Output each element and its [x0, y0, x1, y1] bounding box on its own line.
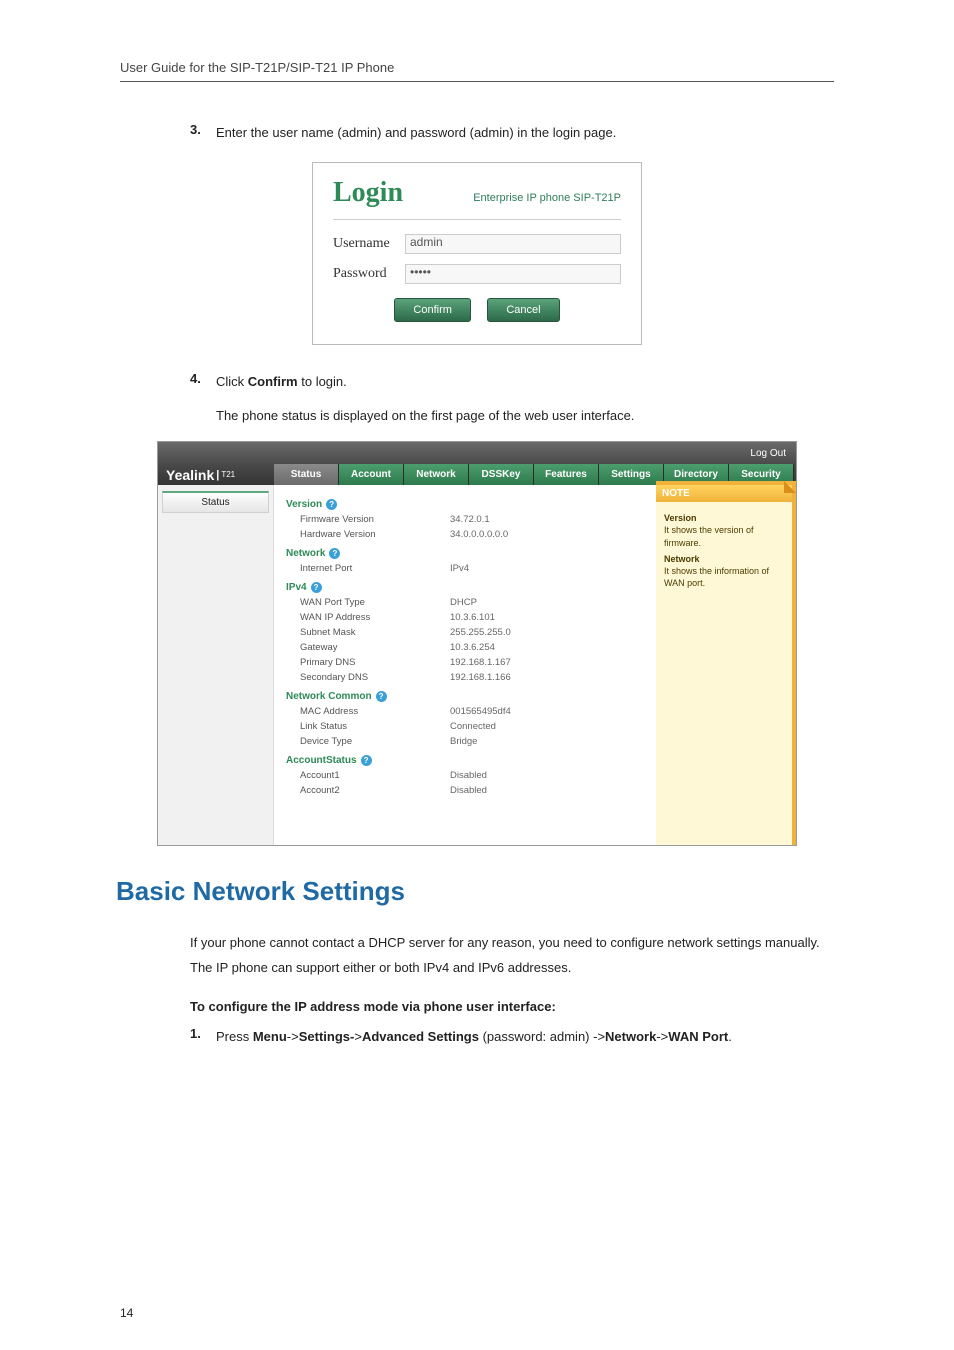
section-network: Network?: [286, 548, 644, 559]
note-version-body: It shows the version of firmware.: [664, 525, 754, 547]
username-label: Username: [333, 236, 405, 252]
kv-row: Account2Disabled: [286, 783, 644, 798]
step-nw-number: 1.: [190, 1026, 216, 1048]
brand-text: Yealink: [166, 467, 214, 483]
kv-row: Hardware Version34.0.0.0.0.0.0: [286, 527, 644, 542]
step-nw-text: Press Menu->Settings->Advanced Settings …: [216, 1026, 732, 1048]
section-version: Version?: [286, 499, 644, 510]
help-icon[interactable]: ?: [326, 499, 337, 510]
kv-row: MAC Address001565495df4: [286, 704, 644, 719]
note-network-title: Network: [664, 553, 784, 565]
tab-network[interactable]: Network: [404, 464, 469, 485]
username-input[interactable]: admin: [405, 234, 621, 254]
kv-row: Account1Disabled: [286, 768, 644, 783]
kv-row: Primary DNS192.168.1.167: [286, 655, 644, 670]
step4-number: 4.: [190, 371, 216, 393]
note-network-body: It shows the information of WAN port.: [664, 566, 769, 588]
login-screenshot: Login Enterprise IP phone SIP-T21P Usern…: [312, 162, 642, 345]
tab-account[interactable]: Account: [339, 464, 404, 485]
login-subtitle: Enterprise IP phone SIP-T21P: [473, 192, 621, 204]
step4-suffix: to login.: [298, 374, 347, 389]
step4-subtext: The phone status is displayed on the fir…: [216, 405, 834, 427]
confirm-button[interactable]: Confirm: [394, 298, 471, 322]
page-header: User Guide for the SIP-T21P/SIP-T21 IP P…: [120, 60, 834, 82]
kv-row: Gateway10.3.6.254: [286, 640, 644, 655]
tab-features[interactable]: Features: [534, 464, 599, 485]
section-common: Network Common?: [286, 691, 644, 702]
kv-row: WAN Port TypeDHCP: [286, 595, 644, 610]
help-icon[interactable]: ?: [311, 582, 322, 593]
tab-settings[interactable]: Settings: [599, 464, 664, 485]
note-version-title: Version: [664, 512, 784, 524]
brand-model: T21: [221, 470, 235, 479]
kv-row: Device TypeBridge: [286, 734, 644, 749]
brand-logo: Yealink | T21: [158, 464, 274, 485]
section-heading: Basic Network Settings: [116, 876, 834, 907]
login-title: Login: [333, 177, 403, 209]
password-input[interactable]: •••••: [405, 264, 621, 284]
step3-number: 3.: [190, 122, 216, 144]
cancel-button[interactable]: Cancel: [487, 298, 559, 322]
step4-prefix: Click: [216, 374, 248, 389]
step4-text: Click Confirm to login.: [216, 371, 347, 393]
logout-link[interactable]: Log Out: [750, 448, 786, 459]
kv-row: WAN IP Address10.3.6.101: [286, 610, 644, 625]
section-ipv4: IPv4?: [286, 582, 644, 593]
help-icon[interactable]: ?: [361, 755, 372, 766]
kv-row: Firmware Version34.72.0.1: [286, 512, 644, 527]
kv-row: Subnet Mask255.255.255.0: [286, 625, 644, 640]
tab-status[interactable]: Status: [274, 464, 339, 485]
section-account: AccountStatus?: [286, 755, 644, 766]
note-panel: NOTE Version It shows the version of fir…: [656, 481, 796, 845]
tab-dsskey[interactable]: DSSKey: [469, 464, 534, 485]
kv-row: Secondary DNS192.168.1.166: [286, 670, 644, 685]
page-number: 14: [120, 1306, 133, 1320]
kv-row: Internet PortIPv4: [286, 561, 644, 576]
network-paragraph: If your phone cannot contact a DHCP serv…: [190, 931, 834, 980]
step4-bold: Confirm: [248, 374, 298, 389]
procedure-title: To configure the IP address mode via pho…: [190, 999, 834, 1014]
password-label: Password: [333, 266, 405, 282]
sidebar-status[interactable]: Status: [162, 491, 269, 513]
note-title: NOTE: [656, 485, 792, 502]
help-icon[interactable]: ?: [329, 548, 340, 559]
webui-screenshot: Log Out Yealink | T21 Status Account Net…: [157, 441, 797, 846]
kv-row: Link StatusConnected: [286, 719, 644, 734]
help-icon[interactable]: ?: [376, 691, 387, 702]
step3-text: Enter the user name (admin) and password…: [216, 122, 616, 144]
